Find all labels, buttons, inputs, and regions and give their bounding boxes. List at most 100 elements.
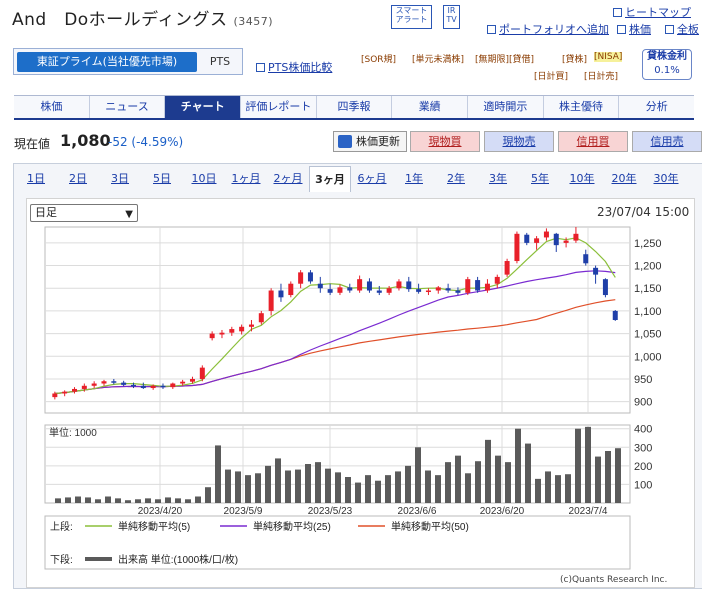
candle-body [199,367,205,379]
volume-bar [315,462,321,503]
volume-unit-label: 単位: 1000 [49,426,97,439]
volume-bar [385,475,391,503]
volume-bar [435,475,441,503]
volume-bar [105,496,111,503]
volume-bar [455,455,461,503]
volume-bar [125,500,131,503]
candle-body [268,290,274,311]
volume-bar [225,469,231,503]
candle-body [180,381,186,384]
legend-upper-label: 上段: [50,520,73,533]
volume-bar [295,469,301,503]
volume-bar [115,498,121,503]
y-tick-label: 900 [634,397,652,409]
y-tick-label: 1,100 [634,306,662,318]
volume-bar [545,471,551,503]
volume-bar [495,455,501,503]
candle-body [288,283,294,296]
candle-body [524,234,530,243]
y-tick-label: 1,050 [634,329,662,341]
volume-bar [555,475,561,503]
candle-body [376,290,382,293]
volume-bar [135,499,141,503]
volume-bar [55,498,61,503]
x-tick-label: 2023/5/23 [308,506,353,517]
candle-body [425,290,431,293]
volume-bar [395,471,401,503]
candle-body [91,383,97,386]
candle-body [229,329,235,333]
volume-bar [585,426,591,503]
volume-bar [75,496,81,503]
volume-bar [65,497,71,503]
volume-bar [205,487,211,503]
candle-body [307,272,313,282]
volume-bar [405,465,411,503]
volume-bar [335,472,341,503]
volume-tick-label: 100 [634,479,652,491]
candle-body [111,381,117,383]
candle-body [258,313,264,323]
volume-bar [85,497,91,503]
chart-legend: 上段: 単純移動平均(5) 単純移動平均(25) 単純移動平均(50) 下段: 出来高 単… [44,515,631,570]
candle-body [465,279,471,293]
volume-bar [215,445,221,503]
volume-bar [595,456,601,503]
candle-body [101,381,107,384]
volume-bar [145,498,151,503]
candle-body [278,290,284,298]
candle-body [219,332,225,335]
candle-body [455,290,461,293]
candle-body [71,388,77,392]
volume-bar [535,478,541,503]
volume-bar [485,439,491,503]
volume-bar [355,482,361,503]
x-tick-label: 2023/4/20 [138,506,183,517]
candle-body [583,254,589,264]
candle-body [189,378,195,382]
candle-body [514,233,520,262]
volume-bar [155,499,161,503]
candle-body [445,288,451,291]
candle-body [543,231,549,238]
volume-bar [235,471,241,503]
candle-body [298,272,304,284]
volume-bar [365,475,371,503]
candle-body [62,391,68,394]
volume-tick-label: 200 [634,461,652,473]
candle-body [504,261,510,275]
candle-body [475,280,481,291]
candle-body [130,384,136,387]
candle-body [435,287,441,291]
x-tick-label: 2023/6/20 [480,506,525,517]
volume-bar [575,428,581,503]
candle-body [81,385,87,389]
candle-body [337,287,343,293]
volume-bar [425,470,431,503]
candle-body [484,283,490,291]
candle-body [563,240,569,243]
candle-body [160,385,166,388]
volume-bar [345,477,351,503]
candle-body [386,288,392,293]
candle-body [121,382,127,385]
volume-bar [275,458,281,503]
candle-body [327,289,333,293]
legend-volume-label: 出来高 単位:(1000株/口/枚) [118,553,238,566]
chart-grid [44,226,631,504]
volume-tick-label: 300 [634,442,652,454]
volume-bar [525,443,531,503]
y-tick-label: 1,150 [634,283,662,295]
candle-body [140,385,146,389]
volume-bar [255,473,261,503]
candle-body [366,281,372,291]
volume-bar [505,462,511,503]
candle-body [612,310,618,320]
volume-bar [305,464,311,503]
y-tick-label: 1,250 [634,238,662,250]
candle-body [494,276,500,284]
candle-body [602,279,608,296]
volume-bar [95,499,101,503]
volume-bar [325,468,331,503]
legend-ma50-label: 単純移動平均(50) [391,520,469,533]
